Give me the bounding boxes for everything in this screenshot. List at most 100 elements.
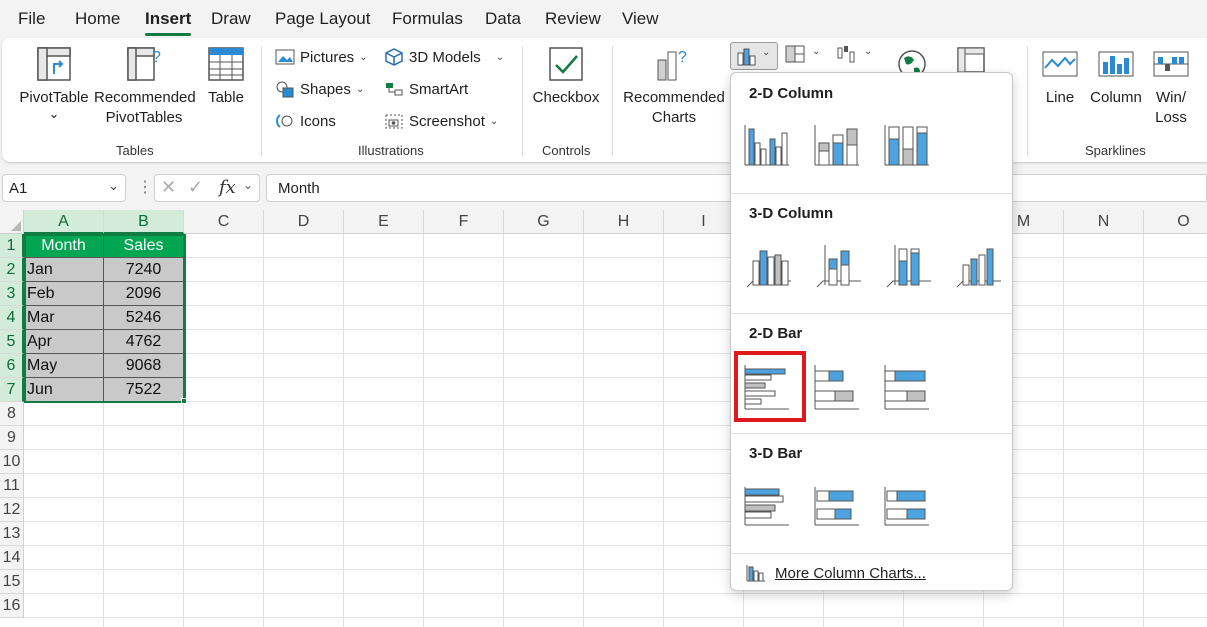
stacked-column-icon[interactable] [811, 119, 863, 171]
column-header[interactable]: D [264, 210, 344, 234]
row-header[interactable]: 3 [0, 282, 24, 306]
column-header[interactable]: N [1064, 210, 1144, 234]
pivottable-button[interactable]: PivotTable ⌄ [16, 44, 92, 120]
table-cell[interactable]: 7522 [104, 378, 184, 402]
column-header[interactable]: G [504, 210, 584, 234]
smartart-button[interactable]: SmartArt [384, 80, 468, 98]
sparkline-line-button[interactable]: Line [1038, 44, 1082, 108]
enter-icon[interactable]: ✓ [188, 177, 203, 198]
checkbox-button[interactable]: Checkbox [532, 44, 600, 108]
table-cell[interactable]: 4762 [104, 330, 184, 354]
row-header[interactable]: 14 [0, 546, 24, 570]
tab-page-layout[interactable]: Page Layout [275, 9, 370, 29]
illustrations-group-label: Illustrations [358, 143, 424, 158]
insert-hierarchy-chart-button[interactable]: ⌄ [784, 44, 826, 70]
3d-clustered-column-icon[interactable] [743, 239, 795, 291]
sparkline-column-label: Column [1090, 89, 1142, 106]
table-cell[interactable]: 2096 [104, 282, 184, 306]
selected-chart-highlight [734, 351, 806, 422]
pictures-button[interactable]: Pictures ⌄ [275, 48, 368, 66]
tab-draw[interactable]: Draw [211, 9, 251, 29]
name-box[interactable]: A1 ⌄ [2, 174, 126, 202]
divider [731, 433, 1012, 434]
cancel-icon[interactable]: ✕ [161, 177, 176, 198]
icons-button[interactable]: Icons [275, 112, 336, 130]
table-cell[interactable]: Apr [24, 330, 104, 354]
table-cell[interactable]: 5246 [104, 306, 184, 330]
3d-stacked-bar-icon[interactable] [811, 481, 863, 533]
tab-formulas[interactable]: Formulas [392, 9, 463, 29]
column-header[interactable]: F [424, 210, 504, 234]
column-header[interactable]: C [184, 210, 264, 234]
row-header[interactable]: 9 [0, 426, 24, 450]
row-header[interactable]: 8 [0, 402, 24, 426]
clustered-column-icon[interactable] [741, 119, 793, 171]
3d-models-button[interactable]: 3D Models ⌄ [384, 48, 504, 66]
recommended-pivottables-button[interactable]: ? Recommended PivotTables [94, 44, 196, 128]
table-cell[interactable]: Feb [24, 282, 104, 306]
chevron-down-icon[interactable]: ⌄ [243, 178, 253, 192]
sparkline-winloss-button[interactable]: Win/ Loss [1148, 44, 1194, 128]
row-header[interactable]: 2 [0, 258, 24, 282]
tab-review[interactable]: Review [545, 9, 601, 29]
row-header[interactable]: 10 [0, 450, 24, 474]
column-header[interactable]: O [1144, 210, 1207, 234]
chevron-down-icon[interactable]: ⌄ [108, 178, 119, 194]
more-dots-icon[interactable]: ⋮ [137, 177, 153, 197]
row-header[interactable]: 6 [0, 354, 24, 378]
row-header[interactable]: 15 [0, 570, 24, 594]
sparkline-column-button[interactable]: Column [1088, 44, 1144, 108]
sparkline-line-icon [1042, 51, 1078, 77]
3d-stacked-column-icon[interactable] [813, 239, 865, 291]
insert-waterfall-chart-button[interactable]: ⌄ [836, 44, 878, 70]
row-header[interactable]: 1 [0, 234, 24, 258]
table-header-cell[interactable]: Sales [104, 234, 184, 258]
table-cell[interactable]: Mar [24, 306, 104, 330]
table-button[interactable]: Table [204, 44, 248, 108]
row-header[interactable]: 7 [0, 378, 24, 402]
100-stacked-column-icon[interactable] [881, 119, 933, 171]
3d-column-icon[interactable] [953, 239, 1005, 291]
3d-100-stacked-bar-icon[interactable] [881, 481, 933, 533]
stacked-bar-icon[interactable] [811, 361, 863, 413]
divider [731, 313, 1012, 314]
table-cell[interactable]: 7240 [104, 258, 184, 282]
row-header[interactable]: 13 [0, 522, 24, 546]
column-header[interactable]: H [584, 210, 664, 234]
more-column-charts-link[interactable]: More Column Charts... [745, 563, 926, 583]
insert-column-chart-button[interactable]: ⌄ [730, 42, 778, 70]
gridline [24, 617, 1207, 618]
100-stacked-bar-icon[interactable] [881, 361, 933, 413]
fill-handle[interactable] [181, 398, 187, 404]
table-cell[interactable]: May [24, 354, 104, 378]
table-cell[interactable]: Jun [24, 378, 104, 402]
3d-clustered-bar-icon[interactable] [741, 481, 793, 533]
row-header[interactable]: 16 [0, 594, 24, 618]
table-header-cell[interactable]: Month [24, 234, 104, 258]
screenshot-button[interactable]: Screenshot ⌄ [384, 112, 498, 130]
name-box-value: A1 [9, 180, 28, 197]
row-header[interactable]: 11 [0, 474, 24, 498]
recommended-charts-button[interactable]: ? Recommended Charts [620, 44, 728, 128]
tab-home[interactable]: Home [75, 9, 120, 29]
shapes-button[interactable]: Shapes ⌄ [275, 80, 364, 98]
3d-100-stacked-column-icon[interactable] [883, 239, 935, 291]
row-header[interactable]: 5 [0, 330, 24, 354]
worksheet-grid[interactable]: ABCDEFGHIJKLMNO 12345678910111213141516 … [0, 210, 1207, 627]
row-header[interactable]: 4 [0, 306, 24, 330]
column-header[interactable]: E [344, 210, 424, 234]
tab-insert[interactable]: Insert [145, 9, 192, 36]
section-3d-column: 3-D Column [749, 205, 834, 222]
pivottable-label: PivotTable [19, 89, 89, 106]
row-header[interactable]: 12 [0, 498, 24, 522]
tab-file[interactable]: File [18, 9, 45, 29]
column-header[interactable]: B [104, 210, 184, 234]
select-all-corner[interactable] [0, 210, 24, 234]
function-icon[interactable]: fx [219, 177, 236, 198]
table-cell[interactable]: 9068 [104, 354, 184, 378]
divider [731, 553, 1012, 554]
column-header[interactable]: A [24, 210, 104, 234]
tab-view[interactable]: View [622, 9, 659, 29]
tab-data[interactable]: Data [485, 9, 521, 29]
table-cell[interactable]: Jan [24, 258, 104, 282]
